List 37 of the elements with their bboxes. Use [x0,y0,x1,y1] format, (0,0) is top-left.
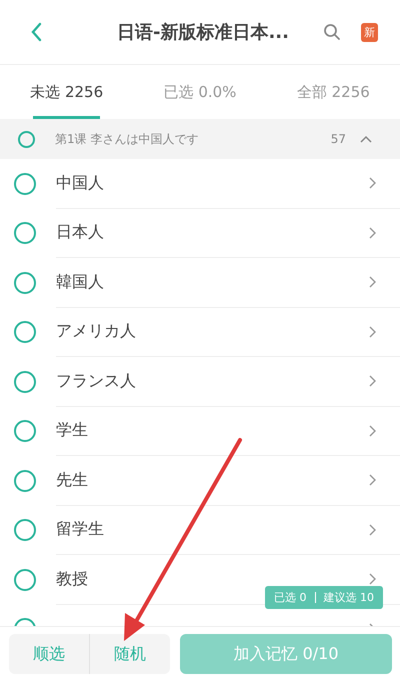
word-label[interactable]: 留学生 [56,519,369,540]
word-label[interactable]: 日本人 [56,222,369,244]
select-circle[interactable] [14,370,36,393]
chevron-right-icon[interactable] [369,326,376,338]
chevron-right-icon[interactable] [369,573,376,586]
select-circle[interactable] [18,130,35,148]
selected-count: 已选 0 [274,590,306,605]
collapse-icon[interactable] [360,135,372,143]
suggested-count: 建议选 10 [324,590,374,605]
select-circle[interactable] [14,272,36,294]
select-circle[interactable] [14,420,36,442]
word-label[interactable]: 教授 [56,568,369,590]
word-label[interactable]: 学生 [56,420,369,442]
chevron-right-icon[interactable] [369,375,376,388]
tab[interactable]: 未选 2256 [0,65,134,119]
select-circle[interactable] [14,321,36,344]
chevron-right-icon[interactable] [369,177,376,190]
word-label[interactable]: 先生 [56,470,369,491]
chevron-right-icon[interactable] [369,524,376,536]
lesson-title: 第1课 李さんは中国人です [55,130,200,148]
back-icon[interactable] [30,22,42,42]
search-icon[interactable] [323,23,341,41]
chevron-right-icon[interactable] [369,424,376,437]
word-count: 57 [330,132,346,146]
word-label[interactable]: フランス人 [56,370,369,392]
chevron-right-icon[interactable] [369,276,376,288]
chevron-right-icon[interactable] [369,474,376,486]
word-label[interactable]: アメリカ人 [56,321,369,342]
select-circle[interactable] [14,222,36,244]
select-circle[interactable] [14,172,36,195]
select-circle[interactable] [14,470,36,492]
word-label[interactable]: 中国人 [56,172,369,194]
select-circle[interactable] [14,568,36,591]
chevron-right-icon[interactable] [369,226,376,239]
page-title: 日语-新版标准日本... [116,21,290,44]
word-label[interactable]: 韓国人 [56,272,369,293]
select-circle[interactable] [14,519,36,542]
